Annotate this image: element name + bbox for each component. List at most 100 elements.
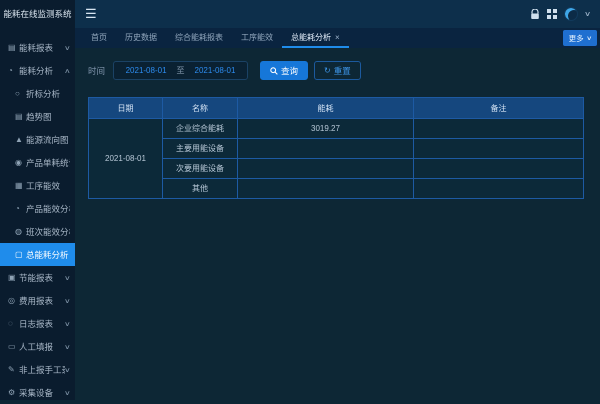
analysis-icon: ◔ [8, 66, 19, 75]
filter-bar: 时间 2021-08-01 至 2021-08-01 查询 ↻ 重置 [88, 61, 600, 80]
report-icon: ▣ [8, 273, 19, 282]
value-cell [238, 159, 414, 179]
sidebar-item-label: 人工填报 [19, 341, 65, 353]
log-icon: ◌ [8, 319, 19, 328]
chevron-down-icon: ∨ [64, 343, 71, 351]
user-avatar[interactable] [564, 7, 578, 21]
tab-home[interactable]: 首页 [82, 28, 116, 48]
sidebar-item-label: 能源流向图 [26, 134, 70, 146]
sidebar-item-trend-chart[interactable]: ▤ 趋势图 [0, 105, 75, 128]
remark-cell [414, 159, 584, 179]
table-row: 次要用能设备 [89, 159, 584, 179]
sidebar-item-label: 趋势图 [26, 111, 70, 123]
report-icon: ▤ [8, 43, 19, 52]
sidebar-item-manual-entry[interactable]: ✎ 非上报手工录入 ∨ [0, 358, 75, 381]
name-cell: 其他 [163, 179, 238, 199]
start-date-value[interactable]: 2021-08-01 [126, 66, 167, 75]
sidebar-item-label: 能耗报表 [19, 42, 65, 54]
topbar: ☰ ∨ [75, 0, 600, 28]
table-header-row: 日期 名称 能耗 备注 [89, 98, 584, 119]
document-icon: ▢ [15, 250, 26, 259]
chevron-down-icon: ∨ [64, 274, 71, 282]
sidebar-item-collection-devices[interactable]: ⚙ 采集设备 ∨ [0, 381, 75, 404]
main-content: 时间 2021-08-01 至 2021-08-01 查询 ↻ 重置 日期 名称… [75, 48, 600, 400]
triangle-chart-icon: ▲ [15, 135, 26, 144]
apps-grid-icon[interactable] [547, 9, 557, 19]
time-filter-label: 时间 [88, 65, 105, 77]
table-row: 其他 [89, 179, 584, 199]
name-cell: 主要用能设备 [163, 139, 238, 159]
search-icon [270, 67, 278, 75]
sidebar-item-energy-saving-report[interactable]: ▣ 节能报表 ∨ [0, 266, 75, 289]
date-range-input[interactable]: 2021-08-01 至 2021-08-01 [113, 61, 248, 80]
name-cell: 次要用能设备 [163, 159, 238, 179]
chevron-down-icon: ∨ [64, 297, 71, 305]
close-icon[interactable]: × [335, 33, 340, 42]
value-cell [238, 139, 414, 159]
lock-icon[interactable] [530, 9, 540, 20]
form-icon: ▭ [8, 342, 19, 351]
value-cell [238, 179, 414, 199]
tab-total-energy-analysis[interactable]: 总能耗分析× [282, 28, 349, 48]
sidebar-item-label: 能耗分析 [19, 65, 65, 77]
app-title: 能耗在线监测系统 [0, 0, 75, 28]
remark-cell [414, 139, 584, 159]
sidebar-item-label: 日志报表 [19, 318, 65, 330]
sidebar-item-manual-fill[interactable]: ▭ 人工填报 ∨ [0, 335, 75, 358]
sidebar-item-label: 折标分析 [26, 88, 70, 100]
sidebar-item-energy-report[interactable]: ▤ 能耗报表 ∨ [0, 36, 75, 59]
value-cell: 3019.27 [238, 119, 414, 139]
sidebar-item-standard-coal-analysis[interactable]: ○ 折标分析 [0, 82, 75, 105]
sidebar-item-label: 班次能效分析 [26, 226, 70, 238]
date-separator: 至 [177, 65, 185, 76]
pie-icon: ◔ [15, 204, 26, 213]
sidebar: 能耗在线监测系统 ▤ 能耗报表 ∨ ◔ 能耗分析 ∧ ○ 折标分析 ▤ 趋势图 … [0, 0, 75, 400]
energy-analysis-table: 日期 名称 能耗 备注 2021-08-01 企业综合能耗 3019.27 主要… [88, 97, 584, 199]
sidebar-item-label: 节能报表 [19, 272, 65, 284]
sidebar-item-log-report[interactable]: ◌ 日志报表 ∨ [0, 312, 75, 335]
table-row: 主要用能设备 [89, 139, 584, 159]
chevron-down-icon: ∨ [64, 366, 71, 374]
grid-chart-icon: ▦ [15, 181, 26, 190]
tab-process-efficiency[interactable]: 工序能效 [232, 28, 282, 48]
gear-icon: ⚙ [8, 388, 19, 397]
column-header-name: 名称 [163, 98, 238, 119]
remark-cell [414, 119, 584, 139]
document-icon: ▤ [15, 112, 26, 121]
sidebar-item-label: 工序能效 [26, 180, 70, 192]
topbar-right-group: ∨ [530, 7, 590, 21]
tab-history-data[interactable]: 历史数据 [116, 28, 166, 48]
sidebar-item-product-efficiency-analysis[interactable]: ◔ 产品能效分析 [0, 197, 75, 220]
column-header-energy: 能耗 [238, 98, 414, 119]
sidebar-item-energy-flow-chart[interactable]: ▲ 能源流向图 [0, 128, 75, 151]
sidebar-item-label: 采集设备 [19, 387, 65, 399]
sidebar-item-shift-efficiency-analysis[interactable]: ◍ 班次能效分析 [0, 220, 75, 243]
sidebar-item-energy-analysis[interactable]: ◔ 能耗分析 ∧ [0, 59, 75, 82]
chevron-down-icon[interactable]: ∨ [584, 10, 591, 18]
sidebar-item-label: 产品能效分析 [26, 203, 70, 215]
reset-button[interactable]: ↻ 重置 [314, 61, 361, 80]
chevron-down-icon: ∨ [586, 35, 592, 42]
cost-icon: ◎ [8, 296, 19, 305]
tab-comprehensive-energy-report[interactable]: 综合能耗报表 [166, 28, 232, 48]
tabbar: 首页 历史数据 综合能耗报表 工序能效 总能耗分析× 更多 ∨ [75, 28, 600, 48]
sidebar-menu: ▤ 能耗报表 ∨ ◔ 能耗分析 ∧ ○ 折标分析 ▤ 趋势图 ▲ 能源流向图 ◉… [0, 28, 75, 404]
chevron-down-icon: ∨ [64, 389, 71, 397]
date-cell: 2021-08-01 [89, 119, 163, 199]
search-button[interactable]: 查询 [260, 61, 308, 80]
chevron-up-icon: ∧ [64, 67, 71, 75]
hamburger-menu-icon[interactable]: ☰ [85, 6, 97, 22]
end-date-value[interactable]: 2021-08-01 [195, 66, 236, 75]
remark-cell [414, 179, 584, 199]
sidebar-item-total-energy-analysis[interactable]: ▢ 总能耗分析 [0, 243, 75, 266]
clock-icon: ◍ [15, 227, 26, 236]
more-tabs-button[interactable]: 更多 ∨ [563, 30, 597, 46]
sidebar-item-label: 产品单耗统计 [26, 157, 70, 169]
sidebar-item-label: 费用报表 [19, 295, 65, 307]
sidebar-item-process-efficiency[interactable]: ▦ 工序能效 [0, 174, 75, 197]
sidebar-item-label: 总能耗分析 [26, 249, 70, 261]
sidebar-item-product-unit-consumption[interactable]: ◉ 产品单耗统计 [0, 151, 75, 174]
sidebar-item-cost-report[interactable]: ◎ 费用报表 ∨ [0, 289, 75, 312]
chevron-down-icon: ∨ [64, 44, 71, 52]
table-row: 2021-08-01 企业综合能耗 3019.27 [89, 119, 584, 139]
